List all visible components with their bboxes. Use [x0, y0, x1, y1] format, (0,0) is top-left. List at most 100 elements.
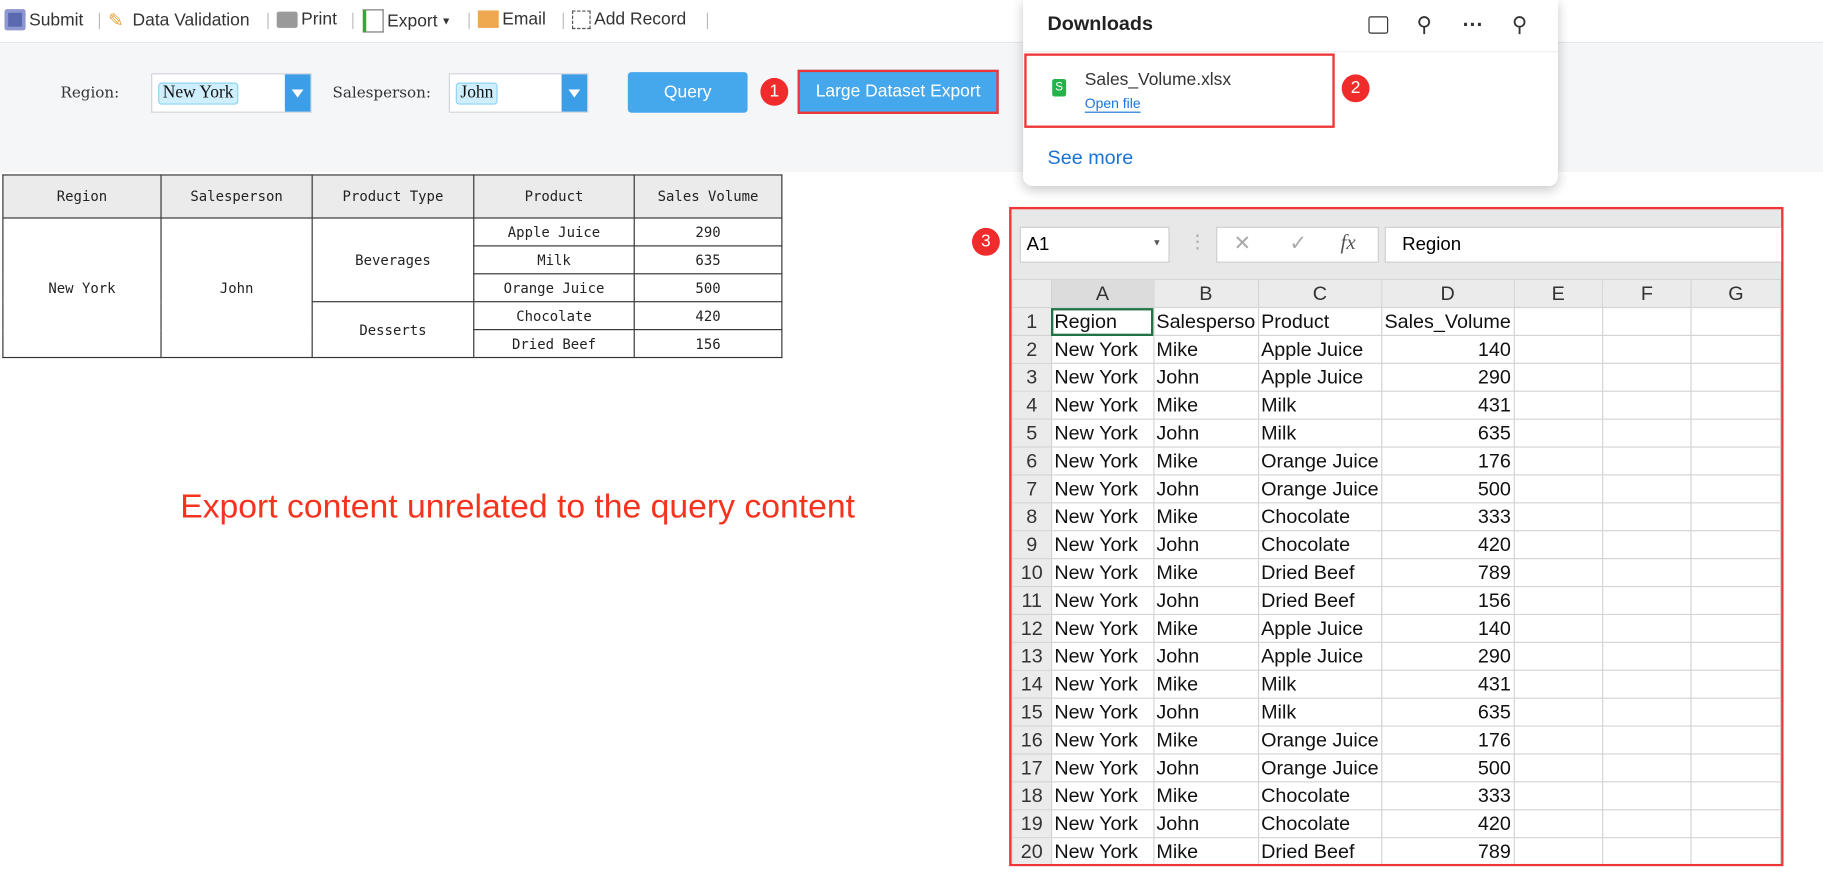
cell[interactable]: New York — [1050, 641, 1155, 671]
name-box[interactable]: A1 ▼ — [1019, 226, 1170, 263]
cell[interactable]: New York — [1050, 585, 1155, 616]
cell[interactable] — [1513, 809, 1604, 839]
cell[interactable]: Mike — [1152, 837, 1259, 864]
cell[interactable]: New York — [1050, 697, 1155, 727]
cell[interactable]: New York — [1050, 809, 1155, 839]
cell[interactable] — [1513, 837, 1604, 864]
cell[interactable]: John — [1152, 641, 1259, 671]
cell[interactable]: Mike — [1152, 725, 1259, 755]
column-header[interactable]: A — [1050, 279, 1155, 309]
cell[interactable] — [1690, 697, 1782, 727]
cell[interactable]: Region — [1050, 306, 1155, 337]
cell[interactable] — [1513, 446, 1604, 476]
cell[interactable]: 140 — [1380, 613, 1515, 643]
cell[interactable] — [1513, 306, 1604, 337]
cell[interactable]: Mike — [1152, 669, 1259, 699]
export-button[interactable]: Export ▼ — [362, 9, 451, 33]
cell[interactable] — [1602, 837, 1692, 864]
cell[interactable] — [1513, 585, 1604, 616]
cell[interactable] — [1690, 558, 1782, 588]
cell[interactable]: John — [1152, 753, 1259, 783]
cell[interactable]: Chocolate — [1257, 809, 1383, 839]
formula-input[interactable]: Region — [1384, 226, 1782, 263]
cell[interactable]: Mike — [1152, 558, 1259, 588]
cell[interactable]: 290 — [1380, 641, 1515, 671]
cell[interactable]: Mike — [1152, 613, 1259, 643]
row-header[interactable]: 16 — [1011, 725, 1053, 755]
cell[interactable] — [1602, 334, 1692, 364]
cell[interactable]: Salesperso — [1152, 306, 1259, 337]
cell[interactable]: 333 — [1380, 781, 1515, 811]
cell[interactable]: 635 — [1380, 418, 1515, 448]
cell[interactable] — [1690, 809, 1782, 839]
cell[interactable]: Mike — [1152, 502, 1259, 532]
row-header[interactable]: 2 — [1011, 334, 1053, 364]
cell[interactable] — [1513, 697, 1604, 727]
cell[interactable]: Sales_Volume — [1380, 306, 1515, 337]
cell[interactable] — [1602, 502, 1692, 532]
cell[interactable] — [1690, 474, 1782, 504]
cell[interactable] — [1690, 334, 1782, 364]
cell[interactable]: 431 — [1380, 669, 1515, 699]
download-item[interactable]: S Sales_Volume.xlsx Open file — [1024, 53, 1335, 128]
cell[interactable]: 176 — [1380, 725, 1515, 755]
cell[interactable]: Orange Juice — [1257, 753, 1383, 783]
row-header[interactable]: 12 — [1011, 613, 1053, 643]
row-header[interactable]: 5 — [1011, 418, 1053, 448]
cell[interactable]: Mike — [1152, 334, 1259, 364]
cell[interactable]: New York — [1050, 502, 1155, 532]
folder-icon[interactable] — [1365, 12, 1391, 38]
pin-icon[interactable]: ⚲ — [1507, 12, 1533, 38]
cell[interactable]: New York — [1050, 530, 1155, 560]
cell[interactable] — [1602, 725, 1692, 755]
column-header[interactable]: G — [1690, 279, 1782, 309]
cell[interactable]: Chocolate — [1257, 781, 1383, 811]
row-header[interactable]: 8 — [1011, 502, 1053, 532]
cell[interactable] — [1690, 641, 1782, 671]
cell[interactable] — [1690, 837, 1782, 864]
cell[interactable]: 156 — [1380, 585, 1515, 616]
cell[interactable] — [1513, 390, 1604, 420]
row-header[interactable]: 3 — [1011, 362, 1053, 392]
cell[interactable]: 500 — [1380, 753, 1515, 783]
region-select[interactable]: New York — [151, 73, 312, 113]
cell[interactable]: 290 — [1380, 362, 1515, 392]
cell[interactable]: New York — [1050, 390, 1155, 420]
select-all-corner[interactable] — [1011, 279, 1053, 309]
cell[interactable]: 140 — [1380, 334, 1515, 364]
row-header[interactable]: 15 — [1011, 697, 1053, 727]
cell[interactable]: John — [1152, 530, 1259, 560]
cell[interactable]: New York — [1050, 753, 1155, 783]
more-icon[interactable]: ··· — [1460, 12, 1486, 38]
cell[interactable]: New York — [1050, 474, 1155, 504]
column-header[interactable]: F — [1602, 279, 1692, 309]
cell[interactable]: Chocolate — [1257, 530, 1383, 560]
cell[interactable]: New York — [1050, 837, 1155, 864]
cell[interactable]: New York — [1050, 362, 1155, 392]
large-dataset-export-button[interactable]: Large Dataset Export — [797, 69, 999, 114]
cell[interactable]: 420 — [1380, 809, 1515, 839]
cell[interactable] — [1690, 390, 1782, 420]
column-header[interactable]: D — [1380, 279, 1515, 309]
cell[interactable] — [1690, 418, 1782, 448]
row-header[interactable]: 19 — [1011, 809, 1053, 839]
row-header[interactable]: 14 — [1011, 669, 1053, 699]
cell[interactable]: Mike — [1152, 390, 1259, 420]
cell[interactable] — [1602, 418, 1692, 448]
cell[interactable] — [1513, 334, 1604, 364]
cell[interactable]: 431 — [1380, 390, 1515, 420]
function-icon[interactable]: fx — [1341, 230, 1356, 254]
cell[interactable]: New York — [1050, 558, 1155, 588]
salesperson-select[interactable]: John — [448, 73, 589, 113]
cell[interactable] — [1602, 641, 1692, 671]
cell[interactable]: Milk — [1257, 390, 1383, 420]
cell[interactable]: Dried Beef — [1257, 837, 1383, 864]
cell[interactable]: Orange Juice — [1257, 446, 1383, 476]
check-icon[interactable]: ✓ — [1289, 231, 1307, 255]
cell[interactable] — [1602, 558, 1692, 588]
cell[interactable] — [1690, 502, 1782, 532]
row-header[interactable]: 7 — [1011, 474, 1053, 504]
cell[interactable]: Chocolate — [1257, 502, 1383, 532]
cell[interactable]: Apple Juice — [1257, 641, 1383, 671]
search-icon[interactable]: ⚲ — [1411, 12, 1437, 38]
